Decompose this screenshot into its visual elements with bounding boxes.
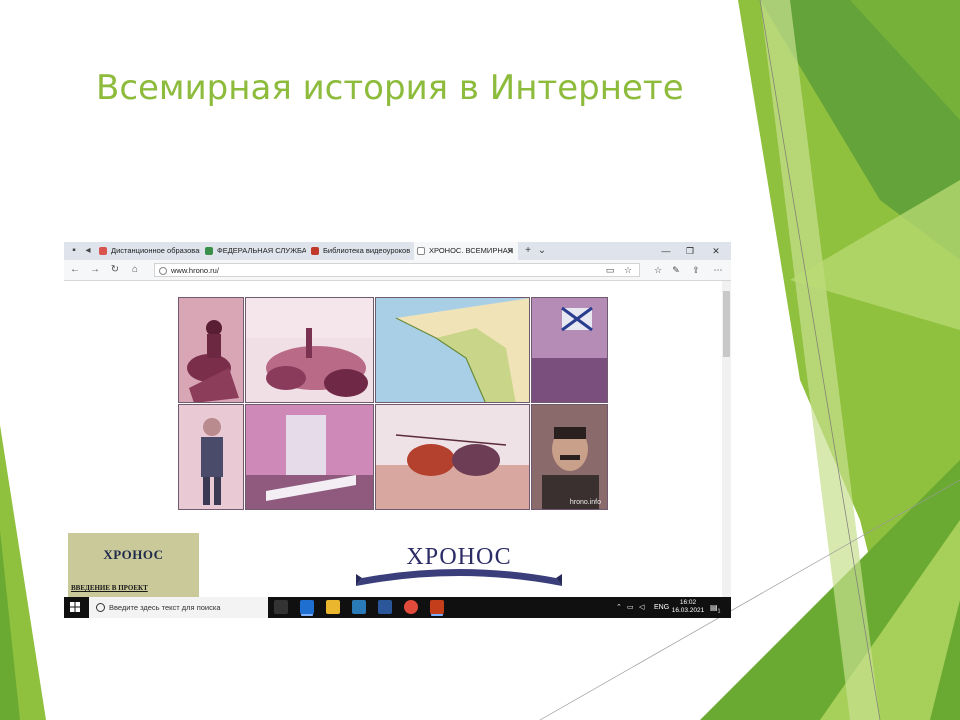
more-icon[interactable]: ⋯ [710, 260, 726, 280]
image-tile-knights[interactable] [375, 404, 530, 510]
tab-label: Библиотека видеоуроков п [323, 246, 412, 255]
refresh-icon[interactable]: ↻ [106, 260, 124, 280]
reading-view-icon[interactable]: ▭ [602, 260, 618, 280]
image-tile-monument[interactable] [245, 404, 374, 510]
watermark: hrono.info [569, 499, 601, 506]
officer-portrait [179, 405, 243, 509]
search-icon [96, 603, 105, 612]
web-page: hrono.info ХРОНОС ВВЕДЕНИЕ В ПРОЕКТ ХРОН… [64, 281, 731, 597]
battle-painting [246, 298, 373, 402]
minimize-icon[interactable]: — [654, 242, 678, 260]
restore-icon[interactable]: ❐ [678, 242, 702, 260]
portrait-painting [532, 405, 607, 509]
side-box: ХРОНОС ВВЕДЕНИЕ В ПРОЕКТ [68, 533, 199, 597]
scrollbar-thumb[interactable] [723, 291, 730, 357]
language-indicator[interactable]: ENG [654, 597, 669, 618]
windows-start-icon[interactable] [70, 602, 80, 612]
favorites-icon[interactable]: ☆ [650, 260, 666, 280]
taskbar: Введите здесь текст для поиска ⌃ ▭ ◁ ENG… [64, 597, 731, 618]
app-icon[interactable] [352, 600, 366, 614]
tray-chevron-icon[interactable]: ⌃ [616, 597, 622, 618]
image-tile-horseman[interactable] [178, 297, 244, 403]
url-text: www.hrono.ru/ [171, 266, 219, 275]
map-illustration [376, 298, 529, 402]
file-explorer-icon[interactable] [326, 600, 340, 614]
task-view-icon[interactable] [274, 600, 288, 614]
emblem-icon [205, 247, 213, 255]
home-icon[interactable]: ⌂ [126, 260, 144, 280]
image-tile-officer[interactable] [178, 404, 244, 510]
pdf-icon [99, 247, 107, 255]
notifications-icon[interactable]: ▤1 [710, 597, 720, 618]
tab-federal-service[interactable]: ФЕДЕРАЛЬНАЯ СЛУЖБА П [202, 242, 306, 260]
clock-time: 16:02 [679, 599, 697, 606]
address-bar: ← → ↻ ⌂ www.hrono.ru/ ▭ ☆ ☆ ✎ ⇪ ⋯ [64, 260, 731, 281]
taskbar-search[interactable]: Введите здесь текст для поиска [89, 597, 268, 618]
tab-label: Дистанционное образовани [111, 246, 200, 255]
horseman-illustration [179, 298, 243, 402]
tab-label: ФЕДЕРАЛЬНАЯ СЛУЖБА П [217, 246, 306, 255]
chrome-icon[interactable] [404, 600, 418, 614]
image-tile-portrait[interactable]: hrono.info [531, 404, 608, 510]
video-icon [311, 247, 319, 255]
intro-link[interactable]: ВВЕДЕНИЕ В ПРОЕКТ [71, 584, 148, 592]
image-tile-naval-flag[interactable] [531, 297, 608, 403]
ribbon-icon [356, 569, 562, 586]
edge-icon[interactable] [300, 600, 314, 614]
network-icon[interactable]: ▭ [627, 597, 634, 618]
tab-label: ХРОНОС. ВСЕМИРНАЯ [429, 246, 514, 255]
image-tile-battle[interactable] [245, 297, 374, 403]
close-window-icon[interactable]: ✕ [704, 242, 728, 260]
scrollbar[interactable] [722, 281, 731, 597]
word-icon[interactable] [378, 600, 392, 614]
image-tile-map[interactable] [375, 297, 530, 403]
chevron-down-icon[interactable]: ⌄ [534, 242, 550, 260]
tab-bar: ▪ ◂ Дистанционное образовани ФЕДЕРАЛЬНАЯ… [64, 242, 731, 260]
volume-icon[interactable]: ◁ [639, 597, 644, 618]
share-icon[interactable]: ⇪ [688, 260, 704, 280]
page-icon [417, 247, 425, 255]
info-icon [159, 267, 167, 275]
side-box-title: ХРОНОС [103, 547, 164, 562]
tab-distance-learning[interactable]: Дистанционное образовани [96, 242, 200, 260]
tab-video-library[interactable]: Библиотека видеоуроков п [308, 242, 412, 260]
pen-icon[interactable]: ✎ [668, 260, 684, 280]
notification-count: 1 [717, 608, 721, 615]
clock-date: 16.03.2021 [671, 607, 705, 614]
tab-hronos[interactable]: ХРОНОС. ВСЕМИРНАЯ ✕ [414, 242, 518, 260]
knights-battle-painting [376, 405, 529, 509]
back-icon[interactable]: ← [66, 260, 84, 280]
search-placeholder: Введите здесь текст для поиска [109, 603, 221, 612]
browser-screenshot: ▪ ◂ Дистанционное образовани ФЕДЕРАЛЬНАЯ… [64, 242, 731, 618]
set-tabs-aside-icon[interactable]: ◂ [80, 242, 96, 260]
url-field[interactable]: www.hrono.ru/ [154, 263, 640, 277]
close-tab-icon[interactable]: ✕ [506, 242, 514, 260]
clock[interactable]: 16:02 16.03.2021 [671, 599, 705, 615]
slide-title: Всемирная история в Интернете [96, 68, 684, 108]
monument-painting [246, 405, 373, 509]
powerpoint-icon[interactable] [430, 600, 444, 614]
naval-flag-painting [532, 298, 607, 402]
forward-icon[interactable]: → [86, 260, 104, 280]
hronos-logo[interactable]: ХРОНОС [354, 544, 564, 592]
favorite-star-icon[interactable]: ☆ [620, 260, 636, 280]
